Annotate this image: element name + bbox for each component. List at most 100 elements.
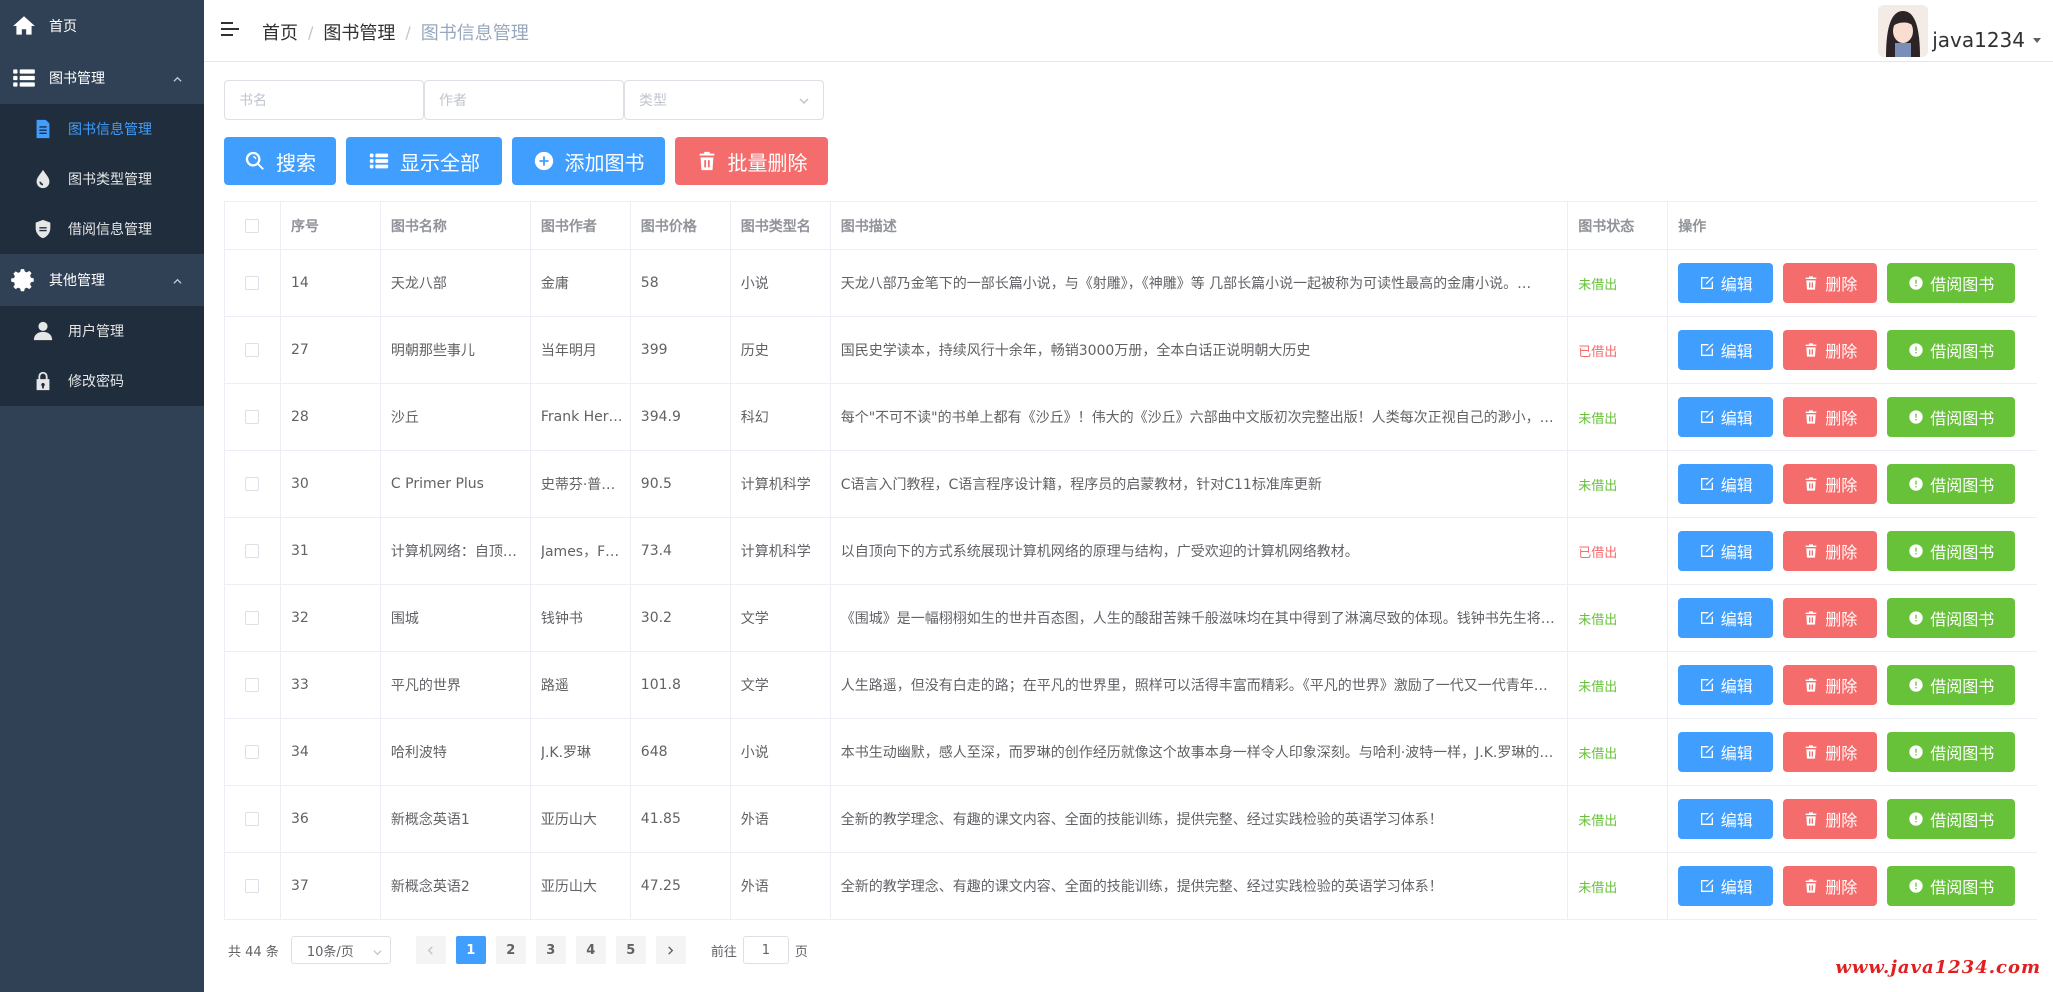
edit-button[interactable]: 编辑 xyxy=(1678,665,1774,705)
select-all-checkbox[interactable] xyxy=(245,218,260,233)
delete-button[interactable]: 删除 xyxy=(1783,598,1878,638)
cell-author: James，F… xyxy=(531,518,631,584)
delete-button[interactable]: 删除 xyxy=(1783,799,1878,839)
breadcrumb-book-management[interactable]: 图书管理 xyxy=(323,19,395,45)
status-badge: 未借出 xyxy=(1578,746,1618,762)
header-price[interactable]: 图书价格 xyxy=(631,202,731,249)
borrow-button[interactable]: 借阅图书 xyxy=(1887,330,2016,370)
pagination-total: 共 44 条 xyxy=(228,944,279,960)
cell-text: 编辑 xyxy=(1720,275,1753,294)
cell-text: 90.5 xyxy=(640,476,672,492)
borrow-button[interactable]: 借阅图书 xyxy=(1887,531,2016,571)
delete-button[interactable]: 删除 xyxy=(1783,732,1878,772)
cell-description: 每个"不可不读"的书单上都有《沙丘》！伟大的《沙丘》六部曲中文版初次完整出版！人… xyxy=(831,384,1569,450)
borrow-button[interactable]: 借阅图书 xyxy=(1887,263,2016,303)
page-4[interactable]: 4 xyxy=(575,936,606,964)
prev-page-button[interactable] xyxy=(415,936,446,964)
cell-text: 国民史学读本，持续风行十余年，畅销3000万册，全本白话正说明朝大历史 xyxy=(840,343,1311,359)
menu-item-home[interactable]: 首页 xyxy=(0,0,204,52)
row-checkbox[interactable] xyxy=(245,276,260,290)
borrow-button[interactable]: 借阅图书 xyxy=(1887,799,2016,839)
row-checkbox[interactable] xyxy=(245,745,260,759)
gear-icon xyxy=(11,267,37,293)
cell-text: 人生路遥，但没有白走的路；在平凡的世界里，照样可以活得丰富而精彩。《平凡的世界》… xyxy=(840,678,1548,694)
edit-button[interactable]: 编辑 xyxy=(1678,397,1774,437)
header-name[interactable]: 图书名称 xyxy=(381,202,531,249)
row-checkbox[interactable] xyxy=(245,879,260,893)
page-size-value: 10条/页 xyxy=(306,944,354,960)
header-id[interactable]: 序号 xyxy=(281,202,381,249)
sidebar-item-user-management[interactable]: 用户管理 xyxy=(0,306,204,356)
book-name-input[interactable]: 书名 xyxy=(224,80,424,120)
menu-item-other-management[interactable]: 其他管理 xyxy=(0,254,204,306)
lock-icon xyxy=(31,369,55,393)
sidebar-item-book-info[interactable]: 图书信息管理 xyxy=(0,104,204,154)
breadcrumb-separator: / xyxy=(308,22,314,42)
edit-button[interactable]: 编辑 xyxy=(1678,732,1774,772)
row-checkbox[interactable] xyxy=(245,611,260,625)
delete-button[interactable]: 删除 xyxy=(1783,397,1878,437)
show-all-button[interactable]: 显示全部 xyxy=(346,137,502,185)
row-select-cell xyxy=(225,786,281,852)
delete-button[interactable]: 删除 xyxy=(1783,263,1878,303)
cell-text: 删除 xyxy=(1825,409,1858,428)
cell-price: 90.5 xyxy=(631,451,731,517)
edit-button[interactable]: 编辑 xyxy=(1678,330,1774,370)
edit-button[interactable]: 编辑 xyxy=(1678,263,1774,303)
edit-button[interactable]: 编辑 xyxy=(1678,464,1774,504)
watermark: www.java1234.com xyxy=(1835,957,2041,978)
next-page-button[interactable] xyxy=(655,936,686,964)
delete-button[interactable]: 删除 xyxy=(1783,464,1878,504)
breadcrumb-home[interactable]: 首页 xyxy=(262,19,298,45)
page-2[interactable]: 2 xyxy=(495,936,526,964)
row-checkbox[interactable] xyxy=(245,544,260,558)
borrow-button[interactable]: 借阅图书 xyxy=(1887,464,2016,504)
cell-type: 科幻 xyxy=(731,384,831,450)
page-5[interactable]: 5 xyxy=(615,936,646,964)
cell-text: 编辑 xyxy=(1720,811,1753,830)
add-book-button[interactable]: 添加图书 xyxy=(512,137,665,185)
sidebar-item-book-type[interactable]: 图书类型管理 xyxy=(0,154,204,204)
cell-id: 28 xyxy=(281,384,381,450)
borrow-button[interactable]: 借阅图书 xyxy=(1887,397,2016,437)
hamburger-icon[interactable] xyxy=(221,22,239,38)
row-checkbox[interactable] xyxy=(245,343,260,357)
cell-type: 文学 xyxy=(731,652,831,718)
table-header-row: 序号 图书名称 图书作者 图书价格 图书类型名 图书描述 图书状态 操作 xyxy=(225,202,2037,250)
type-select[interactable]: 类型 xyxy=(624,80,824,120)
user-dropdown[interactable]: java1234 xyxy=(1878,4,2041,58)
page-1[interactable]: 1 xyxy=(455,936,486,964)
row-checkbox[interactable] xyxy=(245,477,260,491)
borrow-button[interactable]: 借阅图书 xyxy=(1887,665,2016,705)
borrow-button[interactable]: 借阅图书 xyxy=(1887,732,2016,772)
delete-button[interactable]: 删除 xyxy=(1783,330,1878,370)
edit-button[interactable]: 编辑 xyxy=(1678,866,1774,906)
edit-button[interactable]: 编辑 xyxy=(1678,598,1774,638)
cell-status: 未借出 xyxy=(1568,451,1669,517)
author-input[interactable]: 作者 xyxy=(424,80,624,120)
cell-text: 路遥 xyxy=(540,678,569,694)
row-checkbox[interactable] xyxy=(245,812,260,826)
row-checkbox[interactable] xyxy=(245,410,260,424)
sidebar-item-borrow-info[interactable]: 借阅信息管理 xyxy=(0,204,204,254)
row-checkbox[interactable] xyxy=(245,678,260,692)
batch-delete-button[interactable]: 批量删除 xyxy=(675,137,828,185)
cell-type: 计算机科学 xyxy=(731,518,831,584)
borrow-button[interactable]: 借阅图书 xyxy=(1887,866,2016,906)
edit-button[interactable]: 编辑 xyxy=(1678,799,1774,839)
borrow-button[interactable]: 借阅图书 xyxy=(1887,598,2016,638)
header-type[interactable]: 图书类型名 xyxy=(731,202,831,249)
user-icon xyxy=(31,319,55,343)
page-size-select[interactable]: 10条/页 xyxy=(290,936,391,964)
search-button[interactable]: 搜索 xyxy=(224,137,336,185)
page-3[interactable]: 3 xyxy=(535,936,566,964)
sidebar-item-change-password[interactable]: 修改密码 xyxy=(0,356,204,406)
goto-page-input[interactable] xyxy=(742,936,789,964)
header-author[interactable]: 图书作者 xyxy=(531,202,631,249)
cell-id: 32 xyxy=(281,585,381,651)
menu-item-book-management[interactable]: 图书管理 xyxy=(0,52,204,104)
delete-button[interactable]: 删除 xyxy=(1783,866,1878,906)
edit-button[interactable]: 编辑 xyxy=(1678,531,1774,571)
delete-button[interactable]: 删除 xyxy=(1783,531,1878,571)
delete-button[interactable]: 删除 xyxy=(1783,665,1878,705)
